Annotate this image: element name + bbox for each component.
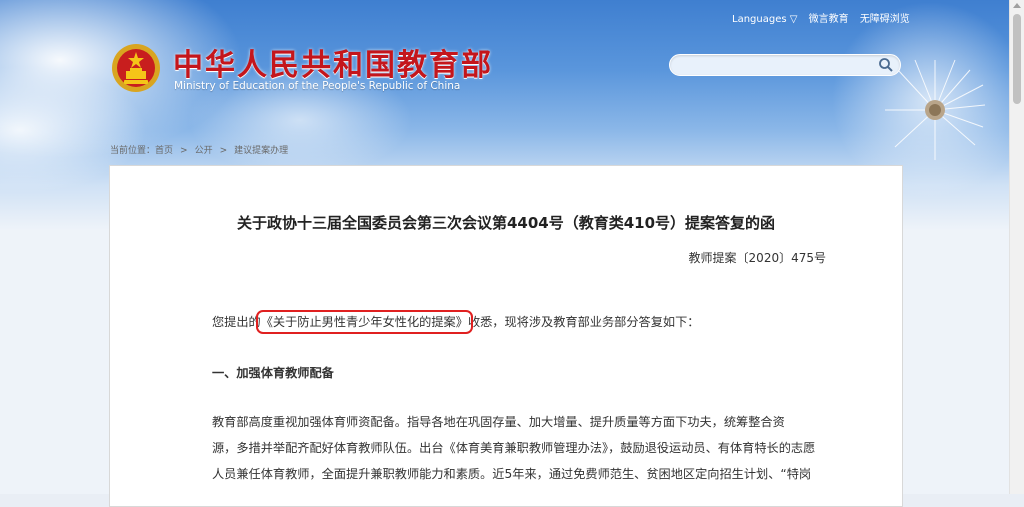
document-title: 关于政协十三届全国委员会第三次会议第4404号（教育类410号）提案答复的函 xyxy=(236,214,776,232)
breadcrumb-separator: > xyxy=(180,146,188,156)
breadcrumb: 当前位置：首页 > 公开 > 建议提案办理 xyxy=(110,143,288,156)
languages-link[interactable]: Languages ▽ xyxy=(732,14,797,25)
intro-before: 您提出的 xyxy=(212,315,261,329)
breadcrumb-proposals[interactable]: 建议提案办理 xyxy=(234,146,288,156)
page-scrollbar[interactable] xyxy=(1009,0,1024,494)
top-links: Languages ▽ 微言教育 无障碍浏览 xyxy=(732,10,918,25)
national-emblem-icon xyxy=(112,44,160,92)
intro-paragraph: 您提出的《关于防止男性青少年女性化的提案》收悉，现将涉及教育部业务部分答复如下： xyxy=(212,309,832,335)
weiyan-link[interactable]: 微言教育 xyxy=(809,14,849,25)
body-paragraph: 教育部高度重视加强体育师资配备。指导各地在巩固存量、加大增量、提升质量等方面下功… xyxy=(212,409,832,487)
breadcrumb-separator: > xyxy=(219,146,228,156)
site-title[interactable]: 中华人民共和国教育部 xyxy=(173,40,493,84)
search-icon[interactable] xyxy=(878,57,894,73)
accessibility-link[interactable]: 无障碍浏览 xyxy=(860,14,910,25)
breadcrumb-prefix: 当前位置： xyxy=(110,146,156,156)
document-number: 教师提案〔2020〕475号 xyxy=(688,251,826,265)
breadcrumb-public[interactable]: 公开 xyxy=(195,146,213,156)
section-heading: 一、加强体育教师配备 xyxy=(212,366,334,380)
search-box xyxy=(669,54,901,76)
search-input[interactable] xyxy=(680,57,874,75)
intro-after: 收悉，现将涉及教育部业务部分答复如下： xyxy=(467,315,700,329)
highlighted-proposal-title: 《关于防止男性青少年女性化的提案》 xyxy=(255,310,473,334)
breadcrumb-home[interactable]: 首页 xyxy=(155,146,173,156)
body-line: 教育部高度重视加强体育师资配备。指导各地在巩固存量、加大增量、提升质量等方面下功… xyxy=(212,415,785,429)
body-line: 人员兼任体育教师，全面提升兼职教师能力和素质。近5年来，通过免费师范生、贫困地区… xyxy=(212,467,812,481)
content-panel: 关于政协十三届全国委员会第三次会议第4404号（教育类410号）提案答复的函 教… xyxy=(109,165,903,507)
scroll-up-icon[interactable] xyxy=(1013,3,1021,8)
scrollbar-thumb[interactable] xyxy=(1013,14,1021,104)
body-line: 源，多措并举配齐配好体育教师队伍。出台《体育美育兼职教师管理办法》，鼓励退役运动… xyxy=(212,441,816,455)
site-subtitle: Ministry of Education of the People's Re… xyxy=(174,80,461,92)
